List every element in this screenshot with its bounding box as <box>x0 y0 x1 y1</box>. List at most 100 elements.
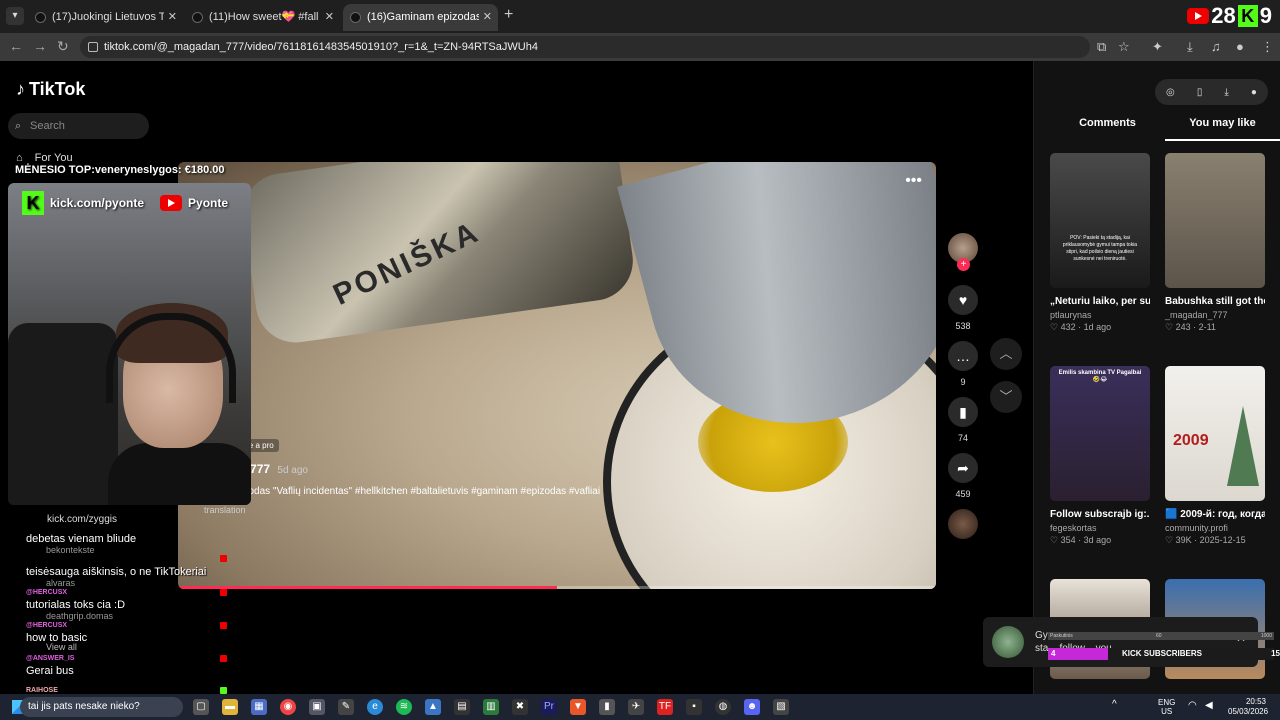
premiere-icon[interactable]: Pr <box>541 699 557 715</box>
device-icon[interactable]: ▯ <box>1197 87 1203 98</box>
recommendation-card[interactable]: Emilis skambina TV Pagalbai🤣😂 Follow sub… <box>1050 366 1150 546</box>
address-bar[interactable]: tiktok.com/@_magadan_777/video/761181614… <box>80 36 1090 58</box>
subs-top-strip: Paskutinis 60 1000 <box>1048 632 1274 640</box>
card-author[interactable]: ptlaurynas <box>1050 310 1150 320</box>
taskbar-search[interactable]: tai jis pats nesake nieko? <box>20 697 183 717</box>
language-indicator[interactable]: ENG US <box>1158 698 1175 716</box>
app-icon[interactable]: ▪ <box>686 699 702 715</box>
card-author[interactable]: fegeskortas <box>1050 523 1150 533</box>
card-author[interactable]: community.profi <box>1165 523 1265 533</box>
back-arrow-icon[interactable]: ← <box>9 38 23 54</box>
recommendation-card[interactable]: POV: Pasieki tą stadiją, kai priklausomy… <box>1050 153 1150 333</box>
browser-toolbar: ← → ↻ tiktok.com/@_magadan_777/video/761… <box>0 33 1280 61</box>
card-thumbnail[interactable]: Emilis skambina TV Pagalbai🤣😂 <box>1050 366 1150 501</box>
obs-icon[interactable]: ◍ <box>715 699 731 715</box>
cast-icon[interactable]: ⧉ <box>1097 39 1106 55</box>
app-icon[interactable]: TF <box>657 699 673 715</box>
app-icon[interactable]: ▤ <box>454 699 470 715</box>
share-icon[interactable]: ➦ <box>948 453 978 483</box>
comment-action[interactable]: … 9 <box>945 341 981 387</box>
app-icon[interactable]: ▥ <box>483 699 499 715</box>
task-view-icon[interactable]: ▢ <box>193 699 209 715</box>
volume-icon[interactable]: ◀ <box>1205 701 1213 711</box>
nav-for-you[interactable]: ⌂ For You <box>16 152 73 164</box>
store-icon[interactable]: ▦ <box>251 699 267 715</box>
reload-icon[interactable]: ↻ <box>57 38 69 55</box>
wifi-icon[interactable]: ◠ <box>1188 701 1197 711</box>
card-thumb-text: Emilis skambina TV Pagalbai🤣😂 <box>1058 370 1142 383</box>
app-icon[interactable]: ▣ <box>309 699 325 715</box>
more-menu-icon[interactable]: ⋮ <box>1261 39 1274 55</box>
browser-tab-2[interactable]: (11)How sweet💝 #fall #fathe ✕ <box>185 4 340 31</box>
share-action[interactable]: ➦ 459 <box>945 453 981 499</box>
follow-plus-icon[interactable]: + <box>957 258 970 271</box>
download-icon[interactable]: ⤓ <box>1187 39 1193 55</box>
tab-you-may-like[interactable]: You may like <box>1165 117 1280 141</box>
search-input[interactable]: ⌕ Search <box>8 113 149 139</box>
new-tab-button[interactable]: + <box>504 6 513 24</box>
close-tab-icon[interactable]: ✕ <box>168 4 177 31</box>
chrome-icon[interactable]: ◉ <box>280 699 296 715</box>
language-code: ENG <box>1158 698 1176 707</box>
comment-icon[interactable]: … <box>948 341 978 371</box>
extensions-icon[interactable]: ✦ <box>1152 39 1163 55</box>
taskbar-clock[interactable]: 20:53 05/03/2026 <box>1228 697 1269 717</box>
compass-icon[interactable]: ◎ <box>1166 87 1175 98</box>
photos-icon[interactable]: ▲ <box>425 699 441 715</box>
file-explorer-icon[interactable]: ▬ <box>222 699 238 715</box>
card-thumbnail[interactable] <box>1165 153 1265 288</box>
tiktok-favicon-icon <box>350 12 361 23</box>
bookmark-icon[interactable]: ▮ <box>948 397 978 427</box>
tab-search-button[interactable]: ▾ <box>6 7 24 25</box>
chat-badge-icon <box>220 655 227 662</box>
streamer-webcam <box>8 183 251 505</box>
chat-message: teisėsauga aiškinsis, o ne TikTokeriai <box>26 566 207 578</box>
previous-video-button[interactable]: ︿ <box>990 338 1022 370</box>
stream-chat: kick.com/zyggis debetas vienam bliude be… <box>8 513 233 694</box>
edge-icon[interactable]: e <box>367 699 383 715</box>
tab-title: (16)Gaminam epizodas "Vafl <box>367 11 479 23</box>
browser-tab-1[interactable]: (17)Juokingi Lietuvos TikTok m ✕ <box>28 4 183 31</box>
forward-arrow-icon[interactable]: → <box>33 38 47 54</box>
media-icon[interactable]: ♫ <box>1211 39 1221 54</box>
browser-tab-3-active[interactable]: (16)Gaminam epizodas "Vafl ✕ <box>343 4 498 31</box>
video-progress-bar[interactable] <box>178 586 936 589</box>
card-title: 🟦 2009-й: год, когда цифровая... <box>1165 509 1265 520</box>
clock-date: 05/03/2026 <box>1228 707 1269 716</box>
site-info-icon[interactable] <box>88 42 98 52</box>
like-action[interactable]: ♥ 538 <box>945 285 981 331</box>
discord-icon[interactable]: ☻ <box>744 699 760 715</box>
tray-chevron-icon[interactable]: ^ <box>1112 700 1117 710</box>
christmas-tree-icon <box>1227 406 1259 486</box>
profile-avatar-icon[interactable]: ● <box>1236 39 1244 54</box>
video-player[interactable]: PONIŠKA ••• <box>178 162 936 589</box>
view-all-link[interactable]: View all <box>46 642 77 652</box>
spotify-icon[interactable]: ≋ <box>396 699 412 715</box>
tab-comments[interactable]: Comments <box>1050 117 1165 141</box>
app-icon[interactable]: ✎ <box>338 699 354 715</box>
close-tab-icon[interactable]: ✕ <box>483 4 492 31</box>
app-icon[interactable]: ▧ <box>773 699 789 715</box>
save-action[interactable]: ▮ 74 <box>945 397 981 443</box>
music-disc-icon[interactable] <box>948 509 978 539</box>
recommendation-card[interactable]: 2009 🟦 2009-й: год, когда цифровая... co… <box>1165 366 1265 546</box>
user-avatar-icon[interactable]: ● <box>1251 87 1257 98</box>
download-icon[interactable]: ⤓ <box>1224 87 1228 98</box>
card-thumbnail[interactable]: POV: Pasieki tą stadiją, kai priklausomy… <box>1050 153 1150 288</box>
kick-logo-icon: K <box>22 191 44 215</box>
creator-avatar[interactable]: + <box>948 233 978 271</box>
close-tab-icon[interactable]: ✕ <box>325 4 334 31</box>
video-more-options-icon[interactable]: ••• <box>905 172 922 190</box>
app-icon[interactable]: ✈ <box>628 699 644 715</box>
card-author[interactable]: _magadan_777 <box>1165 310 1265 320</box>
tiktok-logo[interactable]: ♪ TikTok <box>16 79 85 100</box>
app-icon[interactable]: ✖ <box>512 699 528 715</box>
brave-icon[interactable]: ▼ <box>570 699 586 715</box>
app-icon[interactable]: ▮ <box>599 699 615 715</box>
recommendation-card[interactable]: Babushka still got the moves 🤓 _magadan_… <box>1165 153 1265 333</box>
next-video-button[interactable]: ﹀ <box>990 381 1022 413</box>
card-thumbnail[interactable]: 2009 <box>1165 366 1265 501</box>
bookmark-star-icon[interactable]: ☆ <box>1118 39 1130 55</box>
subs-top-right: 1000 <box>1260 633 1272 639</box>
heart-icon[interactable]: ♥ <box>948 285 978 315</box>
